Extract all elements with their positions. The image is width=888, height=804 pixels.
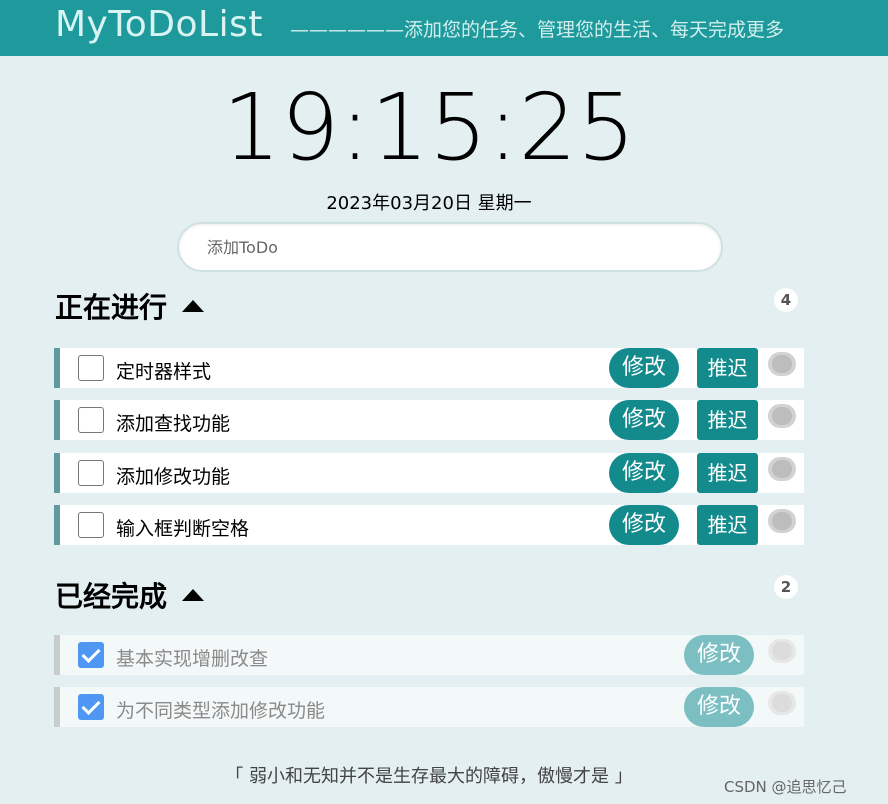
todo-text[interactable]: 添加修改功能 (116, 462, 230, 489)
done-checkbox[interactable] (78, 642, 104, 668)
section-title: 正在进行 (55, 291, 168, 324)
section-in-progress-header[interactable]: 正在进行 4 (55, 286, 800, 324)
watermark: CSDN @追思忆己 (724, 778, 847, 796)
edit-button[interactable]: 修改 (609, 348, 679, 388)
todo-text[interactable]: 输入框判断空格 (116, 514, 249, 541)
done-row: 基本实现增删改查 修改 (54, 635, 804, 675)
delete-toggle-icon[interactable] (768, 404, 796, 428)
edit-button[interactable]: 修改 (684, 687, 754, 727)
delete-toggle-icon[interactable] (768, 352, 796, 376)
todo-row: 输入框判断空格 修改 推迟 (54, 505, 804, 545)
edit-button[interactable]: 修改 (609, 453, 679, 493)
delete-toggle-icon[interactable] (768, 639, 796, 663)
delete-toggle-icon[interactable] (768, 691, 796, 715)
app-title: MyToDoList (55, 4, 263, 45)
clock-date: 2023年03月20日 星期一 (326, 193, 532, 214)
edit-button[interactable]: 修改 (609, 505, 679, 545)
delay-button[interactable]: 推迟 (697, 453, 758, 493)
todo-checkbox[interactable] (78, 355, 104, 381)
todo-text[interactable]: 添加查找功能 (116, 409, 230, 436)
done-text[interactable]: 基本实现增删改查 (116, 644, 268, 671)
todo-row: 定时器样式 修改 推迟 (54, 348, 804, 388)
edit-button[interactable]: 修改 (684, 635, 754, 675)
collapse-triangle-icon[interactable] (182, 300, 204, 312)
collapse-triangle-icon[interactable] (182, 589, 204, 601)
todo-checkbox[interactable] (78, 460, 104, 486)
header-bar: MyToDoList ——————添加您的任务、管理您的生活、每天完成更多 (0, 0, 888, 56)
delay-button[interactable]: 推迟 (697, 400, 758, 440)
section-title: 已经完成 (55, 580, 168, 613)
done-checkbox[interactable] (78, 694, 104, 720)
clock-time: 19:15:25 (222, 74, 636, 181)
add-todo-input[interactable] (177, 222, 723, 272)
delay-button[interactable]: 推迟 (697, 348, 758, 388)
todo-checkbox[interactable] (78, 407, 104, 433)
todo-row: 添加修改功能 修改 推迟 (54, 453, 804, 493)
done-text[interactable]: 为不同类型添加修改功能 (116, 696, 325, 723)
todo-row: 添加查找功能 修改 推迟 (54, 400, 804, 440)
app-slogan: ——————添加您的任务、管理您的生活、每天完成更多 (290, 19, 785, 41)
delete-toggle-icon[interactable] (768, 509, 796, 533)
todo-text[interactable]: 定时器样式 (116, 357, 211, 384)
done-row: 为不同类型添加修改功能 修改 (54, 687, 804, 727)
section-completed-header[interactable]: 已经完成 2 (55, 575, 800, 613)
count-badge: 2 (774, 575, 798, 599)
edit-button[interactable]: 修改 (609, 400, 679, 440)
todo-checkbox[interactable] (78, 512, 104, 538)
delay-button[interactable]: 推迟 (697, 505, 758, 545)
delete-toggle-icon[interactable] (768, 457, 796, 481)
count-badge: 4 (774, 288, 798, 312)
